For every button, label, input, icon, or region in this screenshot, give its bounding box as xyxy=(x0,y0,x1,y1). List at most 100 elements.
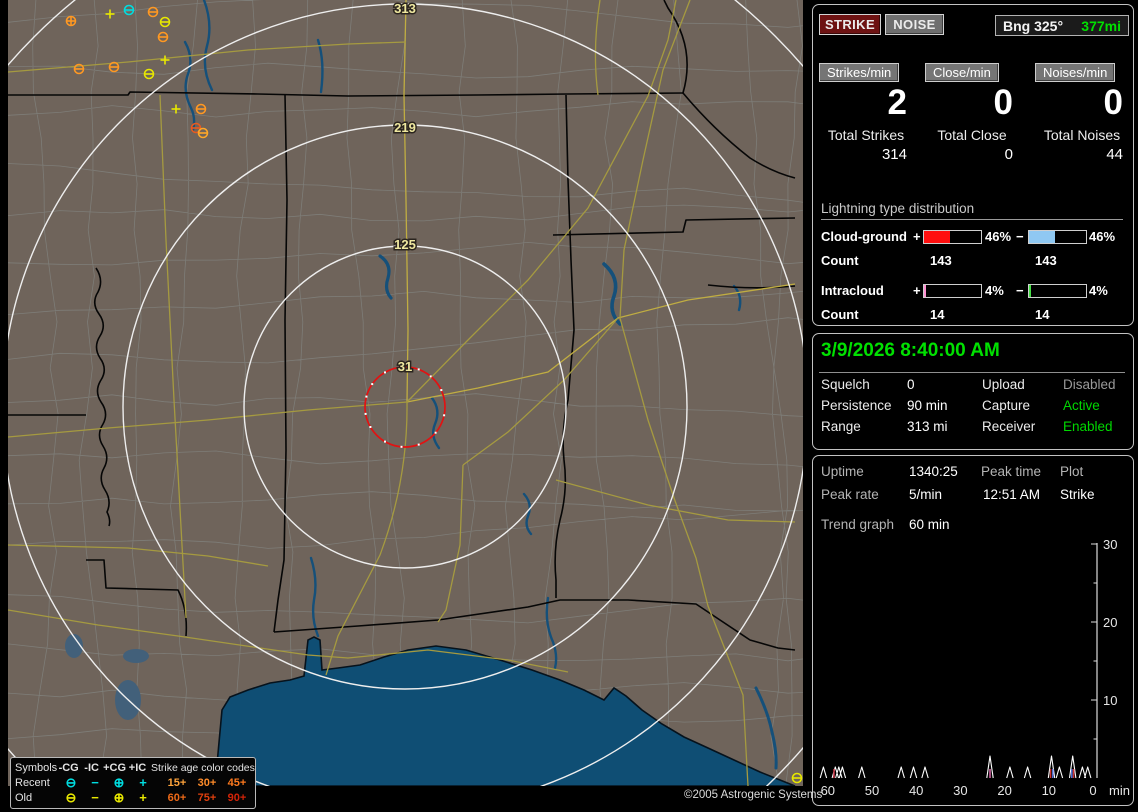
legend-old-row: Old ⊖ − ⊕ + 60+ 75+ 90+ xyxy=(15,790,251,805)
receiver-label: Receiver xyxy=(982,419,1036,434)
datetime-settings-panel: 3/9/2026 8:40:00 AM Squelch 0 Upload Dis… xyxy=(812,333,1134,450)
strikes-per-min-value: 2 xyxy=(887,83,907,122)
peak-time-label: Peak time xyxy=(981,464,1042,479)
total-noises-label: Total Noises xyxy=(1043,127,1121,143)
pos-cg-bar xyxy=(923,230,982,244)
uptime-value: 1340:25 xyxy=(909,464,958,479)
squelch-value: 0 xyxy=(907,377,915,392)
neg-cg-old-icon: ⊖ xyxy=(65,790,77,805)
bearing-distance: 377mi xyxy=(1081,17,1121,34)
pos-ic-old-icon: + xyxy=(139,790,147,805)
neg-ic-recent-icon: − xyxy=(91,775,99,790)
age-30-label: 30+ xyxy=(197,776,217,789)
settings-row: Range 313 mi Receiver Enabled xyxy=(813,419,1133,437)
legend-recent-row: Recent ⊖ − ⊕ + 15+ 30+ 45+ xyxy=(15,775,251,790)
plus-sign: + xyxy=(913,283,921,298)
total-strikes-label: Total Strikes xyxy=(827,127,905,143)
strike-symbol xyxy=(65,15,77,27)
pos-cg-recent-icon: ⊕ xyxy=(113,775,125,790)
intracloud-label: Intracloud xyxy=(821,283,884,298)
map-legend: Symbols -CG -IC +CG +IC Strike age color… xyxy=(10,757,256,809)
svg-text:30: 30 xyxy=(953,783,967,798)
neg-cg-percent: 46% xyxy=(1089,229,1116,244)
cloud-ground-row: Cloud-ground + 46% − 46% xyxy=(813,229,1133,244)
cloud-ground-label: Cloud-ground xyxy=(821,229,907,244)
noises-counter-column: Noises/min 0 Total Noises 44 xyxy=(1035,63,1129,163)
legend-col-neg-ic: -IC xyxy=(84,761,99,774)
close-counter-column: Close/min 0 Total Close 0 xyxy=(925,63,1019,163)
uptime-row: Uptime 1340:25 Peak time Plot xyxy=(813,464,1133,482)
copyright-text: ©2005 Astrogenic Systems xyxy=(684,789,823,801)
age-45-label: 45+ xyxy=(227,776,247,789)
age-75-label: 75+ xyxy=(197,791,217,804)
age-15-label: 15+ xyxy=(167,776,187,789)
neg-ic-old-icon: − xyxy=(91,790,99,805)
plot-label: Plot xyxy=(1060,464,1084,479)
intracloud-row: Intracloud + 4% − 4% xyxy=(813,283,1133,298)
svg-text:30: 30 xyxy=(1103,538,1117,552)
strikes-per-min-chip: Strikes/min xyxy=(819,63,900,82)
current-datetime: 3/9/2026 8:40:00 AM xyxy=(821,340,1000,361)
squelch-label: Squelch xyxy=(821,377,870,392)
settings-row: Persistence 90 min Capture Active xyxy=(813,398,1133,416)
age-60-label: 60+ xyxy=(167,791,187,804)
bearing-readout: Bng 325° 377mi xyxy=(995,15,1129,36)
peak-time-value: 12:51 AM xyxy=(983,487,1041,502)
total-close-label: Total Close xyxy=(937,127,1007,143)
svg-text:10: 10 xyxy=(1042,783,1056,798)
legend-recent-label: Recent xyxy=(15,776,50,789)
neg-ic-count: 14 xyxy=(1035,307,1050,322)
legend-old-label: Old xyxy=(15,791,33,804)
minus-sign: − xyxy=(1016,229,1024,244)
total-strikes-value: 314 xyxy=(881,146,907,163)
pos-ic-recent-icon: + xyxy=(139,775,147,790)
trend-graph-label: Trend graph xyxy=(821,517,895,532)
neg-ic-bar xyxy=(1028,284,1087,298)
total-noises-value: 44 xyxy=(1106,146,1123,163)
pos-ic-percent: 4% xyxy=(985,283,1004,298)
persistence-value: 90 min xyxy=(907,398,948,413)
legend-header-row: Symbols -CG -IC +CG +IC Strike age color… xyxy=(15,760,255,775)
strike-toggle-button[interactable]: STRIKE xyxy=(819,14,881,35)
svg-text:40: 40 xyxy=(909,783,923,798)
close-per-min-value: 0 xyxy=(993,83,1013,122)
settings-row: Squelch 0 Upload Disabled xyxy=(813,377,1133,395)
distribution-title: Lightning type distribution xyxy=(821,201,1123,220)
count-label: Count xyxy=(821,307,859,322)
pos-cg-count: 143 xyxy=(930,253,952,268)
strikes-counter-column: Strikes/min 2 Total Strikes 314 xyxy=(819,63,913,163)
range-value: 313 mi xyxy=(907,419,948,434)
legend-col-pos-ic: +IC xyxy=(128,761,147,774)
plus-sign: + xyxy=(913,229,921,244)
capture-label: Capture xyxy=(982,398,1031,413)
peak-rate-value: 5/min xyxy=(909,487,943,502)
svg-text:20: 20 xyxy=(997,783,1011,798)
svg-text:20: 20 xyxy=(1103,615,1117,630)
noises-per-min-value: 0 xyxy=(1103,83,1123,122)
trend-graph-window: 60 min xyxy=(909,517,950,532)
legend-symbols-header: Symbols xyxy=(15,761,58,774)
neg-cg-count: 143 xyxy=(1035,253,1057,268)
noises-per-min-chip: Noises/min xyxy=(1035,63,1116,82)
total-close-value: 0 xyxy=(1004,146,1013,163)
svg-text:min: min xyxy=(1109,783,1130,798)
runtime-trend-panel: Uptime 1340:25 Peak time Plot Peak rate … xyxy=(812,455,1134,806)
uptime-label: Uptime xyxy=(821,464,864,479)
cloud-ground-count-row: Count 143 143 xyxy=(813,253,1133,268)
age-90-label: 90+ xyxy=(227,791,247,804)
legend-col-neg-cg: -CG xyxy=(58,761,79,774)
strike-map[interactable]: 313 219 125 31 xyxy=(8,0,803,786)
neg-cg-recent-icon: ⊖ xyxy=(65,775,77,790)
ring-label-313: 313 xyxy=(394,1,416,16)
stats-panel: STRIKE NOISE Bng 325° 377mi Strikes/min … xyxy=(812,4,1134,326)
map-canvas: 313 219 125 31 xyxy=(8,0,803,786)
trend-graph: 10 20 30 60 50 40 30 20 10 0 min xyxy=(819,538,1130,798)
count-label: Count xyxy=(821,253,859,268)
svg-text:60: 60 xyxy=(821,783,835,798)
upload-label: Upload xyxy=(982,377,1025,392)
upload-status: Disabled xyxy=(1063,377,1116,392)
ring-label-219: 219 xyxy=(394,120,416,135)
ring-label-125: 125 xyxy=(394,237,416,252)
noise-toggle-button[interactable]: NOISE xyxy=(885,14,944,35)
intracloud-count-row: Count 14 14 xyxy=(813,307,1133,322)
